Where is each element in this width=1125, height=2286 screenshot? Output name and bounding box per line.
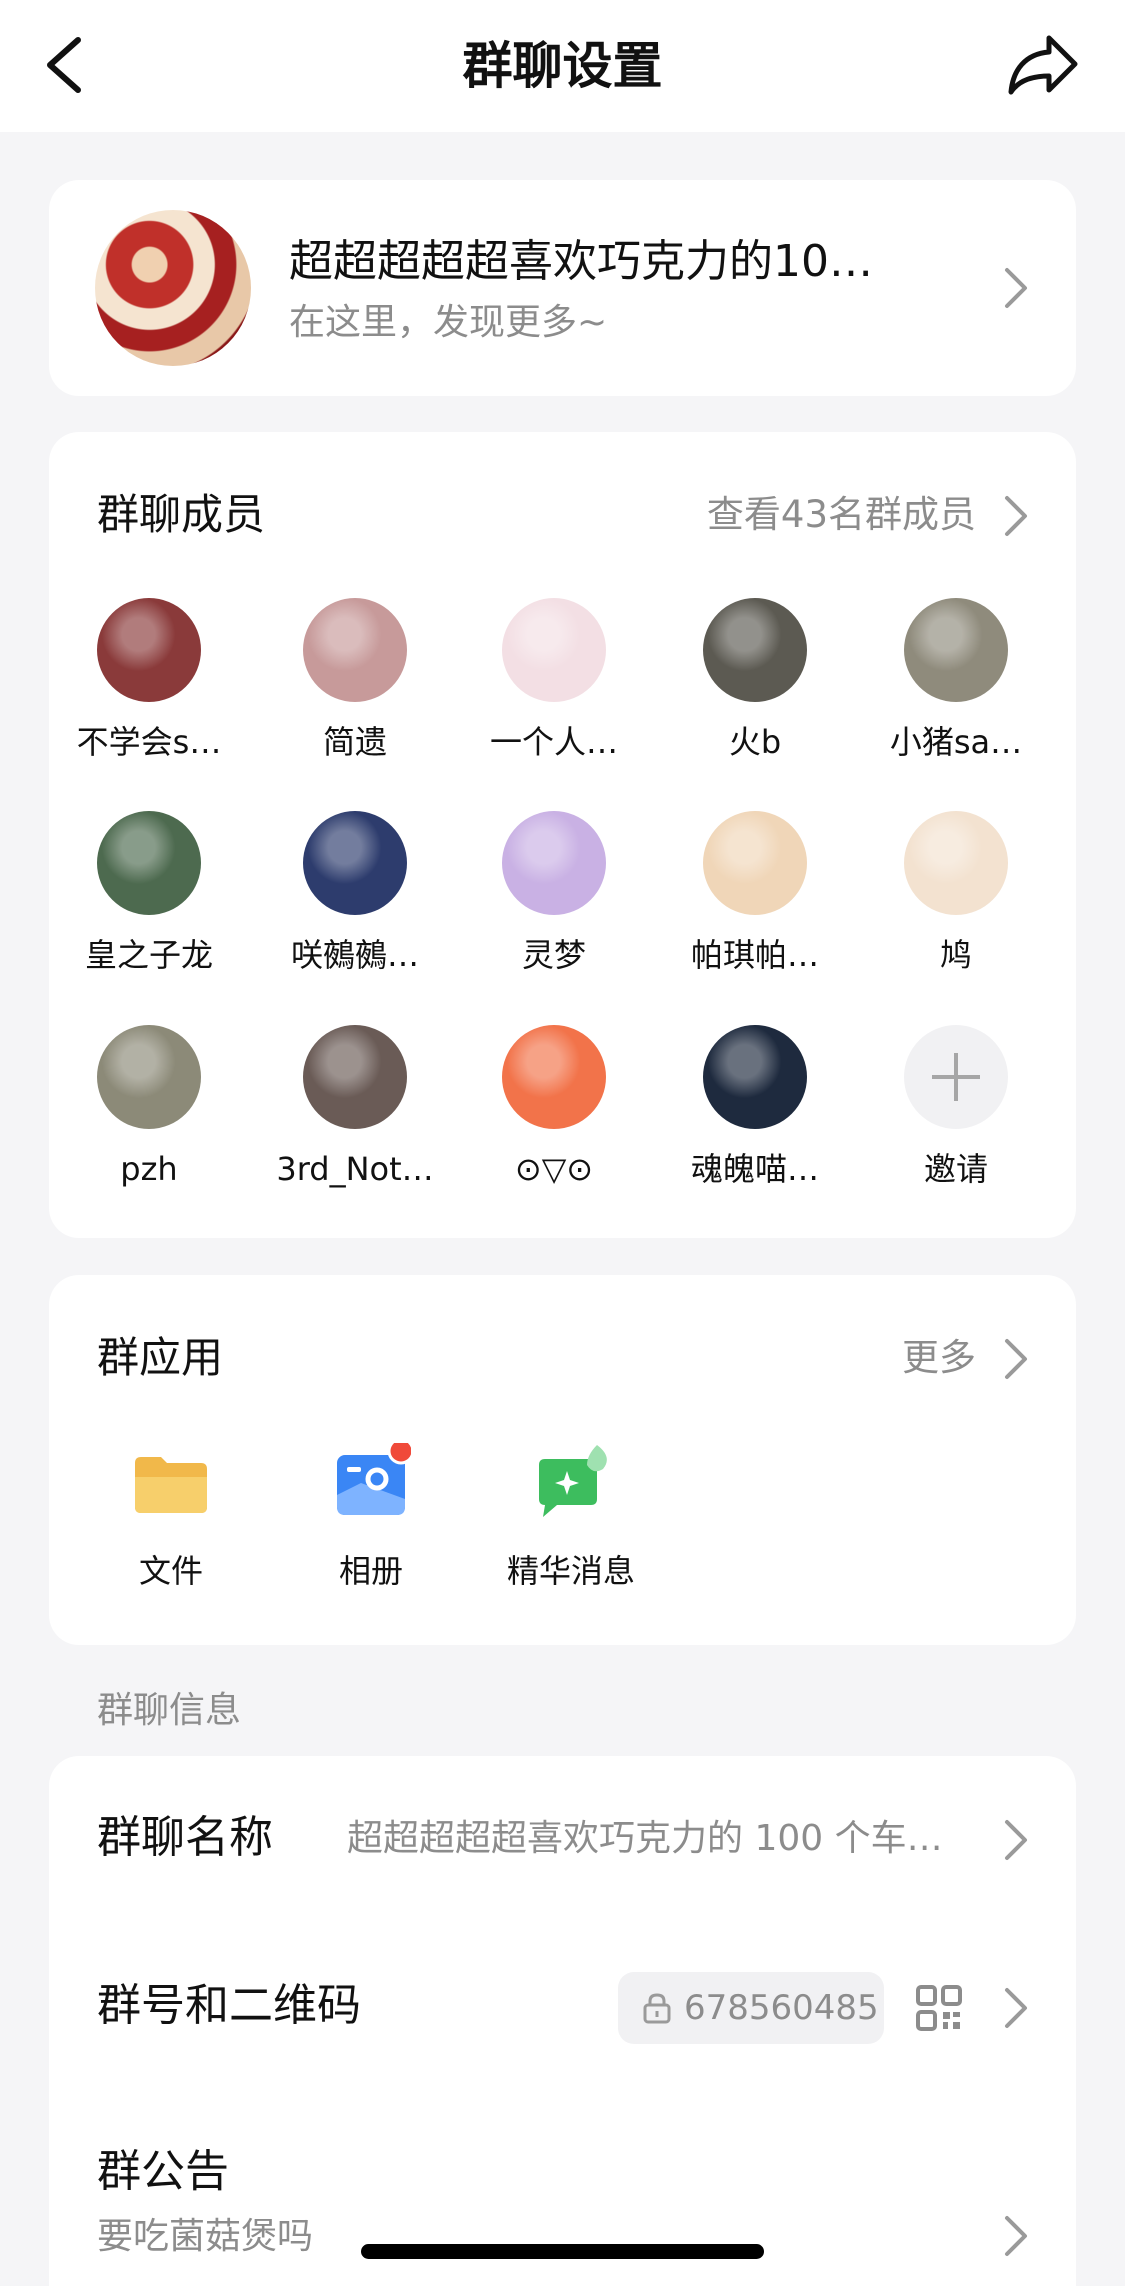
member-item[interactable]: 魂魄喵… xyxy=(665,1025,845,1191)
member-item[interactable]: pzh xyxy=(59,1025,239,1191)
group-info-label: 群聊信息 xyxy=(97,1690,242,1731)
member-avatar xyxy=(703,598,807,702)
member-item[interactable]: 不学会s… xyxy=(59,598,239,764)
member-avatar xyxy=(703,811,807,915)
member-avatar xyxy=(502,811,606,915)
member-name: 简遗 xyxy=(322,723,387,761)
member-name: 不学会s… xyxy=(76,723,222,761)
member-avatar xyxy=(502,598,606,702)
app-files[interactable]: 文件 xyxy=(91,1443,251,1593)
app-album[interactable]: 相册 xyxy=(291,1437,451,1593)
app-label: 精华消息 xyxy=(506,1552,635,1590)
group-number-value: 678560485 xyxy=(684,1988,879,2028)
member-item[interactable]: 小猪sa… xyxy=(866,598,1046,764)
member-avatar xyxy=(303,811,407,915)
member-name: 魂魄喵… xyxy=(690,1150,819,1188)
home-indicator[interactable] xyxy=(361,2244,764,2259)
member-avatar xyxy=(97,1025,201,1129)
chevron-right-icon xyxy=(1005,1988,1027,2028)
folder-icon xyxy=(135,1457,207,1513)
plus-icon xyxy=(904,1025,1008,1129)
chevron-right-icon xyxy=(1005,2216,1027,2256)
chevron-right-icon xyxy=(1005,1820,1027,1860)
invite-label: 邀请 xyxy=(923,1150,988,1188)
group-name-value: 超超超超超喜欢巧克力的 100 个车… xyxy=(347,1818,943,1859)
member-item[interactable]: 皇之子龙 xyxy=(59,811,239,977)
member-item[interactable]: 一个人… xyxy=(464,598,644,764)
group-profile-card[interactable]: 超超超超超喜欢巧克力的10… 在这里，发现更多~ xyxy=(49,180,1076,396)
member-avatar xyxy=(904,598,1008,702)
member-item[interactable]: 简遗 xyxy=(265,598,445,764)
member-item[interactable]: ⊙▽⊙ xyxy=(464,1025,644,1191)
members-card: 群聊成员 查看43名群成员 不学会s… 简遗 一个人… 火b 小猪sa… 皇之子龙 咲鵺鵺…… xyxy=(49,432,1076,1238)
top-bar: 群聊设置 xyxy=(0,0,1125,132)
member-avatar xyxy=(502,1025,606,1129)
page-title: 群聊设置 xyxy=(462,37,663,95)
group-name: 超超超超超喜欢巧克力的10… xyxy=(289,236,873,287)
photo-album-icon xyxy=(337,1437,415,1515)
member-item[interactable]: 灵梦 xyxy=(464,811,644,977)
qr-code-icon[interactable] xyxy=(915,1984,963,2032)
member-name: 3rd_Not… xyxy=(276,1150,434,1188)
group-notice-value: 要吃菌菇煲吗 xyxy=(97,2216,314,2257)
member-item[interactable]: 3rd_Not… xyxy=(265,1025,445,1191)
member-name: 小猪sa… xyxy=(889,723,1023,761)
member-name: 鸠 xyxy=(939,936,972,974)
app-featured-messages[interactable]: 精华消息 xyxy=(491,1443,651,1593)
member-name: 一个人… xyxy=(489,723,618,761)
member-item[interactable]: 火b xyxy=(665,598,845,764)
apps-more-link[interactable]: 更多 xyxy=(902,1332,976,1384)
chevron-right-icon xyxy=(1005,268,1027,308)
member-avatar xyxy=(97,811,201,915)
view-all-members-link[interactable]: 查看43名群成员 xyxy=(707,489,976,541)
group-avatar xyxy=(95,210,251,366)
featured-message-icon xyxy=(539,1445,607,1517)
app-label: 文件 xyxy=(138,1552,203,1590)
invite-member-button[interactable]: 邀请 xyxy=(866,1025,1046,1191)
member-name: 灵梦 xyxy=(521,936,586,974)
member-avatar xyxy=(904,811,1008,915)
member-name: pzh xyxy=(120,1150,178,1188)
member-avatar xyxy=(703,1025,807,1129)
member-item[interactable]: 帕琪帕… xyxy=(665,811,845,977)
group-apps-card: 群应用 更多 文件 相册 精华消息 xyxy=(49,1275,1076,1645)
members-title: 群聊成员 xyxy=(97,490,266,539)
member-name: 皇之子龙 xyxy=(84,936,213,974)
group-info-card: 群聊名称 超超超超超喜欢巧克力的 100 个车… 群号和二维码 67856048… xyxy=(49,1756,1076,2286)
app-label: 相册 xyxy=(338,1552,403,1590)
member-name: ⊙▽⊙ xyxy=(514,1150,594,1188)
chevron-right-icon[interactable] xyxy=(1003,494,1029,538)
group-name-title: 群聊名称 xyxy=(97,1812,273,1863)
member-item[interactable]: 咲鵺鵺… xyxy=(265,811,445,977)
member-name: 帕琪帕… xyxy=(690,936,819,974)
group-notice-title: 群公告 xyxy=(97,2146,229,2197)
chevron-right-icon[interactable] xyxy=(1003,1337,1029,1381)
group-number-title: 群号和二维码 xyxy=(97,1980,361,2031)
member-avatar xyxy=(303,598,407,702)
member-avatar xyxy=(97,598,201,702)
member-avatar xyxy=(303,1025,407,1129)
share-icon[interactable] xyxy=(1005,30,1081,100)
lock-icon xyxy=(643,1993,671,2024)
member-name: 火b xyxy=(728,723,782,761)
group-subtitle: 在这里，发现更多~ xyxy=(289,302,608,343)
apps-title: 群应用 xyxy=(97,1333,224,1382)
group-number-pill[interactable]: 678560485 xyxy=(618,1972,884,2044)
member-name: 咲鵺鵺… xyxy=(290,936,419,974)
member-item[interactable]: 鸠 xyxy=(866,811,1046,977)
